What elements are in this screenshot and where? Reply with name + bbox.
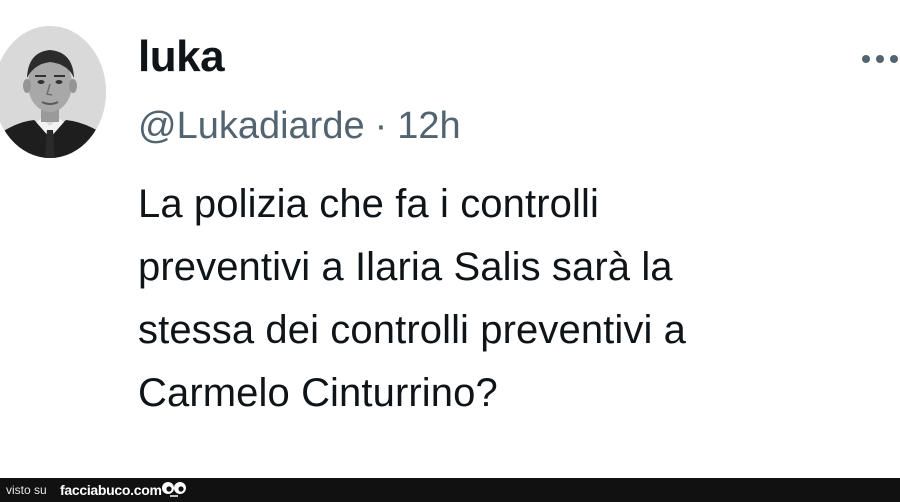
tweet-card: luka @Lukadiarde · 12h La polizia che fa i… [0,0,900,478]
more-horizontal-icon [890,55,898,63]
tweet-text-line: stessa dei controlli preventivi a [138,308,687,352]
tweet-meta: @Lukadiarde · 12h [138,102,461,150]
avatar[interactable] [0,26,106,158]
meta-separator: · [374,105,388,147]
more-horizontal-icon [876,55,884,63]
more-horizontal-icon [862,55,870,63]
user-handle[interactable]: @Lukadiarde [138,105,365,147]
tweet-text-line: Carmelo Cinturrino? [138,371,498,415]
facciabuco-eyes-logo-icon [162,482,186,497]
tweet-timestamp[interactable]: 12h [397,105,460,147]
footer-prefix: visto su [6,483,47,497]
tweet-text-line: preventivi a Ilaria Salis sarà la [138,245,673,289]
watermark-footer: visto su facciabuco.com [0,478,900,502]
display-name[interactable]: luka [138,30,225,84]
tweet-text: La polizia che fa i controlli preventivi… [138,173,878,425]
tweet-text-line: La polizia che fa i controlli [138,182,599,226]
footer-site-name[interactable]: facciabuco.com [60,481,162,499]
more-options-button[interactable] [858,44,900,74]
avatar-portrait-image [0,26,106,158]
